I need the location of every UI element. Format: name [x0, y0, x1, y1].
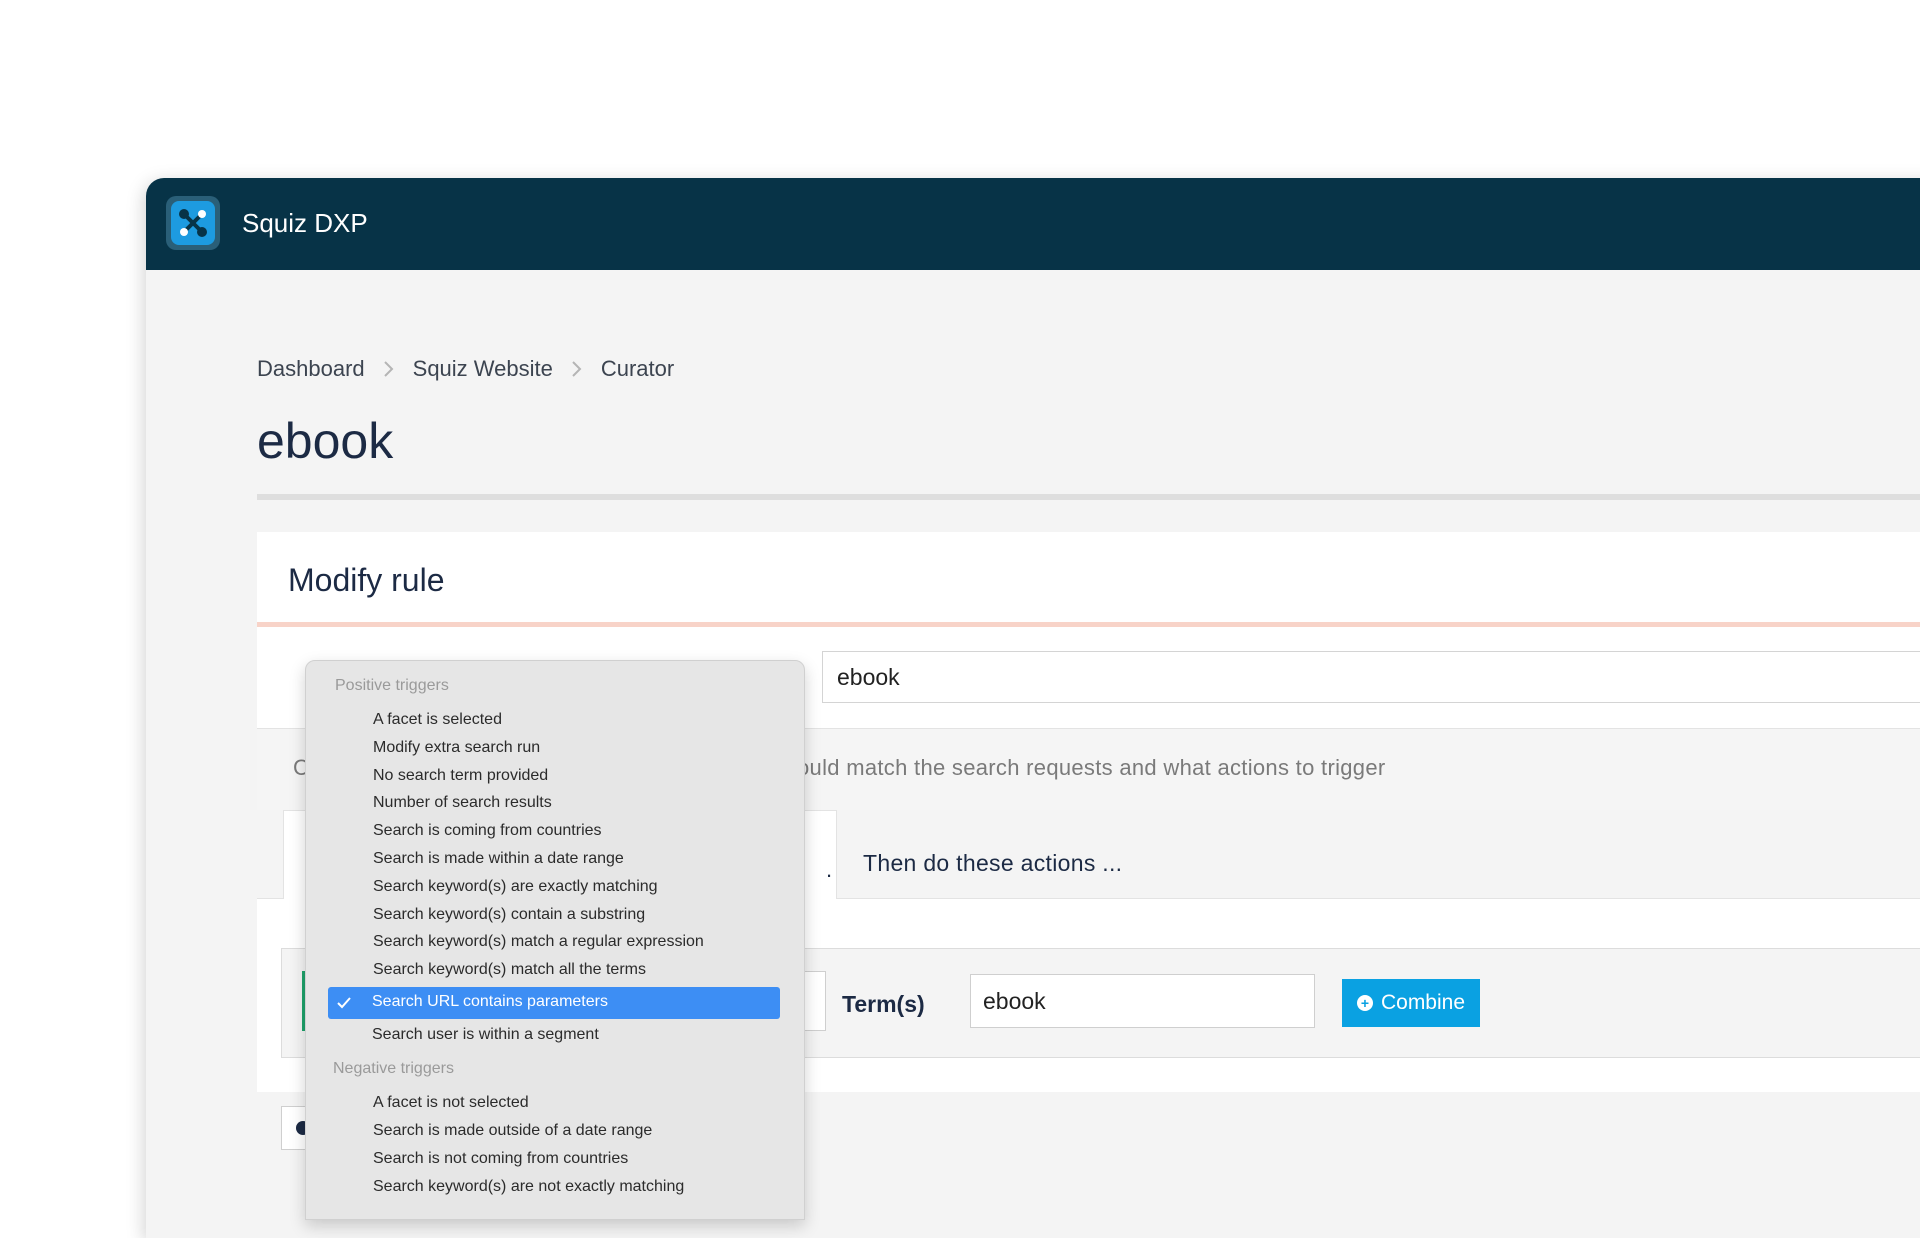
term-input[interactable]: ebook: [970, 974, 1315, 1028]
combine-label: Combine: [1380, 991, 1466, 1014]
page-title: ebook: [257, 413, 394, 469]
dropdown-option[interactable]: Search is not coming from countries: [373, 1150, 628, 1168]
rule-name-input[interactable]: ebook: [822, 651, 1920, 703]
dropdown-option[interactable]: Search user is within a segment: [372, 1026, 599, 1044]
breadcrumb-dashboard[interactable]: Dashboard: [257, 356, 365, 382]
dropdown-option[interactable]: Search is coming from countries: [373, 822, 602, 840]
tab-actions[interactable]: Then do these actions ...: [863, 850, 1122, 877]
dropdown-group-positive: Positive triggers: [335, 677, 449, 694]
chevron-right-icon: [571, 360, 583, 378]
description-text: ould match the search requests and what …: [797, 755, 1386, 780]
dropdown-option[interactable]: Modify extra search run: [373, 739, 540, 757]
breadcrumb: Dashboard Squiz Website Curator: [257, 356, 674, 382]
card-divider: [257, 622, 1920, 627]
plus-circle-icon: +: [1356, 995, 1373, 1011]
tab-triggers-label: .: [826, 857, 833, 882]
dropdown-option[interactable]: Search keyword(s) are exactly matching: [373, 878, 658, 896]
trigger-dropdown: Positive triggers A facet is selected Mo…: [305, 660, 805, 1220]
dropdown-option[interactable]: Search keyword(s) are not exactly matchi…: [373, 1178, 684, 1196]
card-title: Modify rule: [288, 562, 445, 598]
dropdown-option[interactable]: Search keyword(s) match a regular expres…: [373, 933, 704, 951]
dropdown-option[interactable]: No search term provided: [373, 767, 548, 785]
dropdown-option[interactable]: Number of search results: [373, 794, 552, 812]
dropdown-option[interactable]: A facet is selected: [373, 711, 502, 729]
app-header: Squiz DXP: [146, 178, 1920, 270]
squiz-logo-icon[interactable]: [166, 196, 220, 250]
breadcrumb-curator[interactable]: Curator: [601, 356, 674, 382]
term-label: Term(s): [842, 991, 925, 1017]
dropdown-option[interactable]: A facet is not selected: [373, 1094, 529, 1112]
breadcrumb-squiz-website[interactable]: Squiz Website: [413, 356, 553, 382]
dropdown-option-selected[interactable]: Search URL contains parameters: [328, 987, 780, 1019]
chevron-right-icon: [383, 360, 395, 378]
combine-button[interactable]: + Combine: [1342, 979, 1480, 1027]
check-icon: [336, 995, 352, 1016]
selected-option-label: Search URL contains parameters: [372, 993, 608, 1010]
title-divider: [257, 494, 1920, 500]
dropdown-option[interactable]: Search keyword(s) match all the terms: [373, 961, 646, 979]
dropdown-group-negative: Negative triggers: [333, 1060, 454, 1077]
dropdown-option[interactable]: Search is made within a date range: [373, 850, 624, 868]
dropdown-option[interactable]: Search is made outside of a date range: [373, 1122, 652, 1140]
dropdown-option[interactable]: Search keyword(s) contain a substring: [373, 906, 645, 924]
app-title: Squiz DXP: [242, 208, 368, 238]
